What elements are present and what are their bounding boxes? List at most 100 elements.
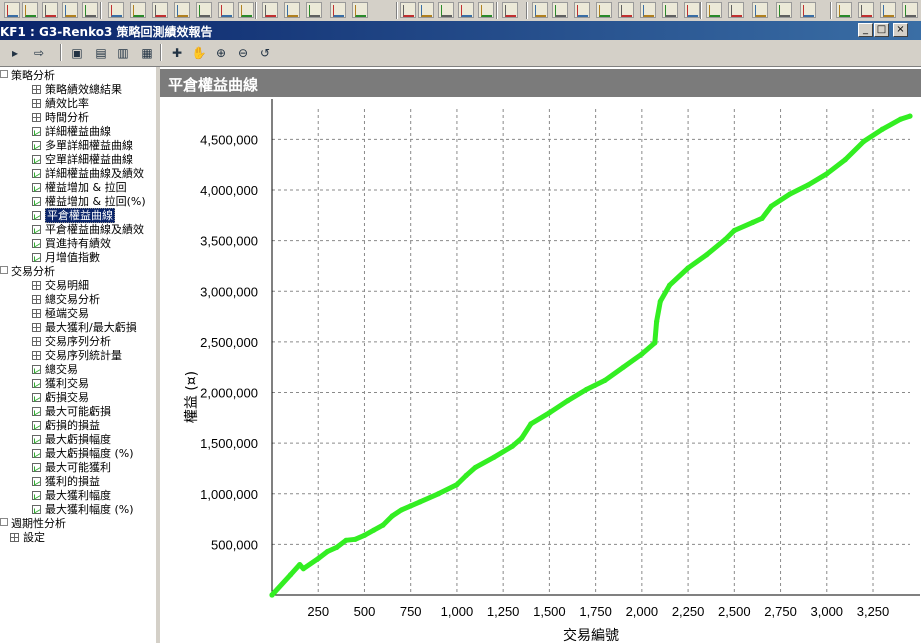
toolbar-glyph-icon — [7, 5, 18, 17]
tree-group[interactable]: 週期性分析 — [0, 517, 66, 531]
toolbar-button-icon[interactable] — [662, 2, 678, 18]
toolbar-button-icon[interactable] — [502, 2, 518, 18]
equity-data-point — [269, 592, 275, 598]
toolbar-button-icon[interactable] — [262, 2, 278, 18]
tree-item[interactable]: 最大獲利/最大虧損 — [32, 321, 137, 335]
toolbar-button-icon[interactable] — [352, 2, 368, 18]
export-icon[interactable]: ▤ — [92, 44, 110, 62]
toolbar-button-icon[interactable] — [330, 2, 346, 18]
y-tick-label: 3,000,000 — [200, 284, 258, 299]
tree-item[interactable]: 詳細權益曲線及績效 — [32, 167, 144, 181]
equity-data-point — [463, 472, 469, 479]
equity-data-point — [842, 157, 848, 163]
toolbar-button-icon[interactable] — [108, 2, 124, 18]
tree-item[interactable]: 最大可能獲利 — [32, 461, 111, 475]
tree-item[interactable]: 最大可能虧損 — [32, 405, 111, 419]
tree-item[interactable]: 策略績效總結果 — [32, 83, 122, 97]
toolbar-button-icon[interactable] — [152, 2, 168, 18]
toolbar-button-icon[interactable] — [618, 2, 634, 18]
tree-item[interactable]: 最大虧損幅度 — [32, 433, 111, 447]
toolbar-button-icon[interactable] — [130, 2, 146, 18]
tree-item[interactable]: 平倉權益曲線 — [32, 208, 115, 223]
toolbar-button-icon[interactable] — [418, 2, 434, 18]
print-icon[interactable]: ▥ — [114, 44, 132, 62]
maximize-button[interactable]: □ — [874, 23, 889, 37]
tree-item[interactable]: 月增值指數 — [32, 251, 100, 265]
tree-item[interactable]: 最大獲利幅度 (%) — [32, 503, 134, 517]
tree-item[interactable]: 權益增加 & 拉回(%) — [32, 195, 146, 209]
toolbar-button-icon[interactable] — [684, 2, 700, 18]
toolbar-button-icon[interactable] — [776, 2, 792, 18]
tree-group[interactable]: 交易分析 — [0, 265, 55, 279]
nav-dropdown-icon[interactable]: ▸ — [6, 44, 24, 62]
tree-item[interactable]: 虧損的損益 — [32, 419, 100, 433]
toolbar-button-icon[interactable] — [458, 2, 474, 18]
tree-item[interactable]: 交易序列統計量 — [32, 349, 122, 363]
toolbar-button-icon[interactable] — [42, 2, 58, 18]
toolbar-button-icon[interactable] — [438, 2, 454, 18]
toolbar-button-icon[interactable] — [218, 2, 234, 18]
tree-item[interactable]: 多單詳細權益曲線 — [32, 139, 133, 153]
tree-item[interactable]: 極端交易 — [32, 307, 89, 321]
forward-dropdown-icon[interactable]: ⇨ — [30, 44, 48, 62]
equity-data-point — [787, 191, 793, 197]
tree-item[interactable]: 時間分析 — [32, 111, 89, 125]
toolbar-button-icon[interactable] — [478, 2, 494, 18]
toolbar-button-icon[interactable] — [752, 2, 768, 18]
tree-item-label: 權益增加 & 拉回 — [45, 181, 127, 194]
toolbar-button-icon[interactable] — [82, 2, 98, 18]
copy-icon[interactable]: ▦ — [138, 44, 156, 62]
equity-data-point — [768, 203, 774, 209]
tree-item[interactable]: 虧損交易 — [32, 391, 89, 405]
toolbar-button-icon[interactable] — [400, 2, 416, 18]
tree-item[interactable]: 獲利交易 — [32, 377, 89, 391]
toolbar-button-icon[interactable] — [306, 2, 322, 18]
tree-group[interactable]: 策略分析 — [0, 69, 55, 83]
x-tick-label: 2,500 — [718, 604, 751, 619]
tree-item[interactable]: 總交易 — [32, 363, 78, 377]
hand-pan-icon[interactable]: ✋ — [190, 44, 208, 62]
tree-item[interactable]: 詳細權益曲線 — [32, 125, 111, 139]
tree-item[interactable]: 績效比率 — [32, 97, 89, 111]
tree-item[interactable]: 平倉權益曲線及績效 — [32, 223, 144, 237]
toolbar-button-icon[interactable] — [800, 2, 816, 18]
crosshair-icon[interactable]: ✚ — [168, 44, 186, 62]
zoom-out-icon[interactable]: ⊖ — [234, 44, 252, 62]
tree-item[interactable]: 最大虧損幅度 (%) — [32, 447, 134, 461]
minimize-button[interactable]: _ — [858, 23, 873, 37]
zoom-in-icon[interactable]: ⊕ — [212, 44, 230, 62]
tree-item[interactable]: 空單詳細權益曲線 — [32, 153, 133, 167]
toolbar-button-icon[interactable] — [552, 2, 568, 18]
tree-group[interactable]: 設定 — [10, 531, 45, 545]
save-icon[interactable]: ▣ — [68, 44, 86, 62]
tree-item[interactable]: 交易序列分析 — [32, 335, 111, 349]
toolbar-button-icon[interactable] — [284, 2, 300, 18]
toolbar-button-icon[interactable] — [62, 2, 78, 18]
toolbar-button-icon[interactable] — [174, 2, 190, 18]
toolbar-button-icon[interactable] — [196, 2, 212, 18]
toolbar-button-icon[interactable] — [22, 2, 38, 18]
tree-item[interactable]: 買進持有績效 — [32, 237, 111, 251]
toolbar-button-icon[interactable] — [836, 2, 852, 18]
toolbar-button-icon[interactable] — [238, 2, 254, 18]
toolbar-button-icon[interactable] — [596, 2, 612, 18]
toolbar-button-icon[interactable] — [858, 2, 874, 18]
toolbar-button-icon[interactable] — [574, 2, 590, 18]
close-button[interactable]: × — [893, 23, 908, 37]
grid-icon — [10, 533, 19, 542]
toolbar-button-icon[interactable] — [640, 2, 656, 18]
equity-data-point — [334, 544, 340, 551]
tree-item[interactable]: 總交易分析 — [32, 293, 100, 307]
tree-item[interactable]: 權益增加 & 拉回 — [32, 181, 127, 195]
toolbar-button-icon[interactable] — [4, 2, 20, 18]
toolbar-button-icon[interactable] — [728, 2, 744, 18]
tree-item[interactable]: 交易明細 — [32, 279, 89, 293]
tree-item[interactable]: 最大獲利幅度 — [32, 489, 111, 503]
tree-item[interactable]: 獲利的損益 — [32, 475, 100, 489]
toolbar-button-icon[interactable] — [706, 2, 722, 18]
toolbar-button-icon[interactable] — [902, 2, 918, 18]
reset-zoom-icon[interactable]: ↺ — [256, 44, 274, 62]
toolbar-button-icon[interactable] — [880, 2, 896, 18]
equity-data-point — [287, 572, 294, 578]
toolbar-button-icon[interactable] — [532, 2, 548, 18]
